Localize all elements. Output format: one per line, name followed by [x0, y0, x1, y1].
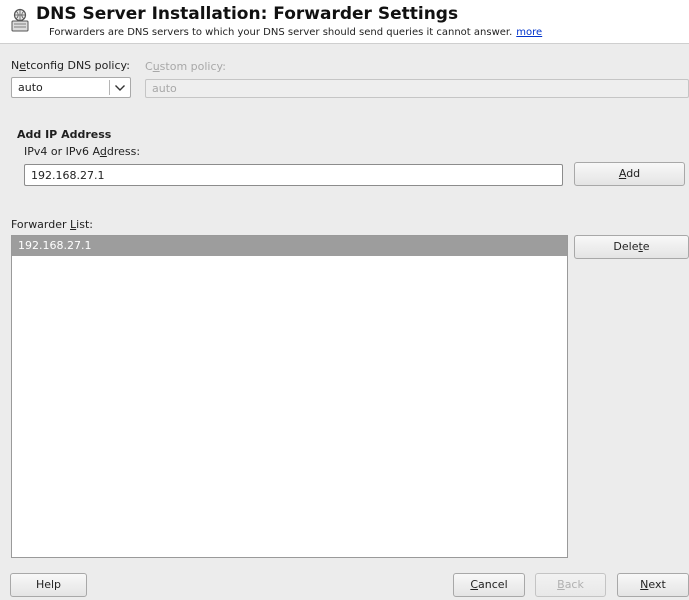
list-item[interactable]: 192.168.27.1 — [12, 236, 567, 256]
ip-address-label: IPv4 or IPv6 Address: — [24, 145, 141, 158]
next-button[interactable]: Next — [617, 573, 689, 597]
custom-policy-field[interactable]: auto — [145, 79, 689, 98]
chevron-down-icon[interactable] — [113, 82, 127, 94]
add-button[interactable]: Add — [574, 162, 685, 186]
combo-separator — [109, 80, 110, 95]
forwarder-list[interactable]: 192.168.27.1 — [11, 235, 568, 558]
forwarder-list-label: Forwarder List: — [11, 218, 93, 231]
delete-button[interactable]: Delete — [574, 235, 689, 259]
dns-server-icon — [10, 8, 30, 32]
custom-policy-value: auto — [152, 82, 177, 95]
netconfig-policy-label: Netconfig DNS policy: — [11, 59, 130, 72]
custom-policy-label: Custom policy: — [145, 60, 226, 73]
ip-address-input[interactable] — [24, 164, 563, 186]
page-subtitle-text: Forwarders are DNS servers to which your… — [49, 27, 513, 38]
netconfig-policy-value: auto — [18, 81, 43, 94]
cancel-button[interactable]: Cancel — [453, 573, 525, 597]
back-button[interactable]: Back — [535, 573, 606, 597]
header-divider — [0, 43, 689, 44]
add-ip-section-title: Add IP Address — [17, 128, 112, 141]
help-button[interactable]: Help — [10, 573, 87, 597]
more-link[interactable]: more — [516, 27, 542, 38]
page-title: DNS Server Installation: Forwarder Setti… — [36, 4, 459, 24]
netconfig-policy-combo[interactable]: auto — [11, 77, 131, 98]
page-subtitle: Forwarders are DNS servers to which your… — [49, 27, 542, 38]
